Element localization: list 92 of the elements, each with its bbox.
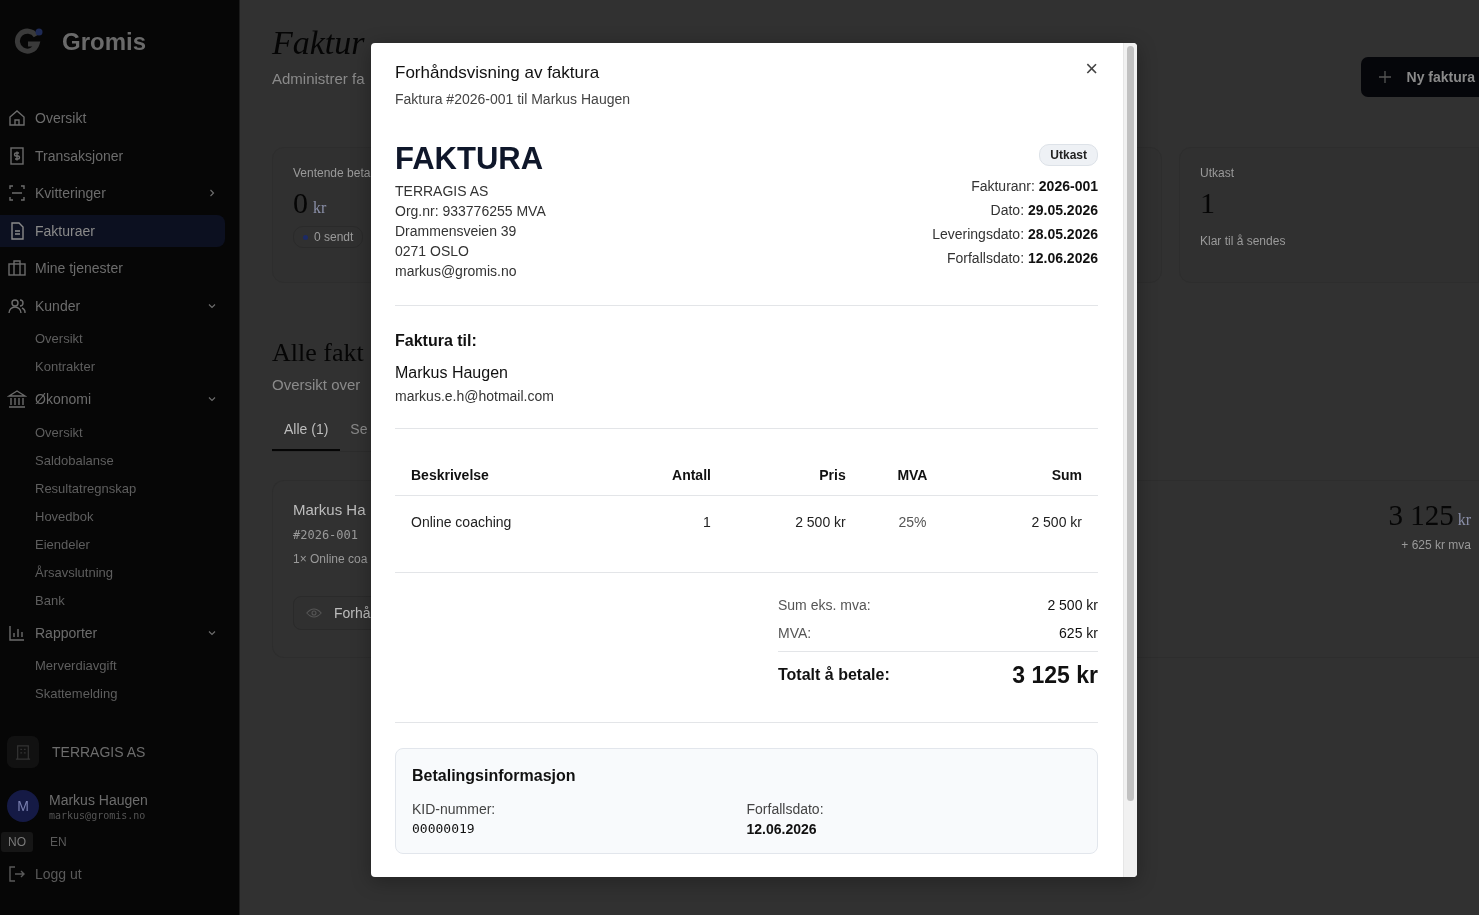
- dollar-icon: [7, 145, 27, 166]
- status-pill: 0 sendt: [293, 226, 364, 248]
- payment-value: 12.06.2026: [746, 821, 818, 837]
- recipient-email: markus.e.h@hotmail.com: [395, 388, 555, 404]
- sidebar-subitem[interactable]: Resultatregnskap: [0, 474, 137, 503]
- bank-icon: [7, 389, 27, 409]
- sidebar-subitem[interactable]: Årsavslutning: [0, 558, 114, 587]
- meta-line: Fakturanr: 2026-001: [971, 177, 1098, 196]
- status-badge: Utkast: [1039, 144, 1098, 166]
- meta-line: Leveringsdato: 28.05.2026: [932, 225, 1098, 244]
- vat-note: + 625 kr mva: [1401, 538, 1471, 552]
- stat-unit: kr: [313, 199, 327, 217]
- sidebar-subitem[interactable]: Kontrakter: [0, 353, 95, 381]
- column-header: Pris: [819, 467, 846, 483]
- language-option[interactable]: NO: [1, 832, 33, 852]
- stat-label: Ventende beta: [293, 166, 372, 180]
- meta-line: Dato: 29.05.2026: [990, 201, 1098, 220]
- total-label: Sum eks. mva:: [778, 597, 871, 613]
- scrollbar[interactable]: [1123, 43, 1137, 877]
- table-cell: 25%: [898, 514, 927, 530]
- table-cell: 2 500 kr: [1031, 514, 1082, 530]
- invoice-number: #2026-001: [293, 528, 360, 542]
- home-icon: [7, 108, 27, 128]
- dialog-subtitle: Faktura #2026-001 til Markus Haugen: [395, 91, 631, 107]
- sidebar-item[interactable]: Mine tjenester: [0, 252, 225, 284]
- meta-line: Forfallsdato: 12.06.2026: [947, 249, 1098, 268]
- sidebar-subitem[interactable]: Oversikt: [0, 325, 83, 353]
- logout-icon: [7, 864, 27, 884]
- sender-line: 0271 OSLO: [395, 242, 470, 261]
- sidebar-subitem[interactable]: Merverdiavgift: [0, 652, 117, 680]
- recipient-name: Markus Haugen: [395, 364, 509, 382]
- payment-title: Betalingsinformasjon: [412, 767, 577, 785]
- eye-icon: [306, 607, 322, 619]
- sidebar-subitem[interactable]: Bank: [0, 586, 65, 615]
- brand-name: Gromis: [62, 28, 147, 56]
- total-label: MVA:: [778, 625, 812, 641]
- table-cell: 1: [703, 514, 711, 530]
- company-name: TERRAGIS AS: [52, 744, 146, 760]
- sidebar-subitem[interactable]: Oversikt: [0, 418, 83, 447]
- sender-line: markus@gromis.no: [395, 262, 518, 281]
- sidebar-subitem[interactable]: Hovedbok: [0, 502, 94, 531]
- total-value: 625 kr: [1059, 625, 1098, 641]
- new-invoice-button[interactable]: Ny faktura: [1360, 57, 1479, 97]
- sender-line: TERRAGIS AS: [395, 182, 490, 201]
- grand-total-label: Totalt å betale:: [778, 666, 890, 684]
- user-name: Markus Haugen: [49, 791, 148, 808]
- language-option[interactable]: EN: [43, 832, 74, 852]
- plus-icon: [1378, 71, 1391, 83]
- invoice-line: 1× Online coa: [293, 552, 369, 566]
- logout-link[interactable]: Logg ut: [0, 864, 82, 884]
- total-value: 2 500 kr: [1047, 597, 1098, 613]
- recipient-label: Faktura til:: [395, 332, 478, 350]
- sidebar-subitem[interactable]: Eiendeler: [0, 530, 90, 559]
- chevron-icon: [207, 188, 217, 198]
- filter-tab[interactable]: Alle (1): [272, 421, 341, 451]
- payment-value: 00000019: [412, 821, 476, 836]
- table-cell: 2 500 kr: [795, 514, 846, 530]
- sidebar-subitem[interactable]: Saldobalanse: [0, 446, 114, 475]
- building-icon: [7, 736, 39, 768]
- table-cell: Online coaching: [411, 514, 512, 530]
- column-header: Sum: [1051, 467, 1082, 483]
- sender-line: Drammensveien 39: [395, 222, 518, 241]
- sidebar-item[interactable]: Kunder: [0, 289, 225, 322]
- section-subtitle: Oversikt over: [272, 376, 361, 393]
- sidebar-item[interactable]: Kvitteringer: [0, 177, 225, 209]
- avatar: M: [7, 790, 39, 822]
- customer-name: Markus Ha: [293, 501, 367, 518]
- sidebar-item[interactable]: Transaksjoner: [0, 139, 225, 172]
- dialog-title: Forhåndsvisning av faktura: [395, 63, 601, 83]
- payment-label: Forfallsdato:: [746, 801, 825, 817]
- stat-label: Utkast: [1200, 166, 1235, 180]
- stat-note: Klar til å sendes: [1200, 234, 1287, 248]
- logo-icon: [14, 28, 44, 56]
- close-button[interactable]: ×: [1081, 58, 1098, 80]
- sidebar-item[interactable]: Fakturaer: [0, 214, 225, 247]
- sidebar-item[interactable]: Oversikt: [0, 102, 225, 134]
- payment-label: KID-nummer:: [412, 801, 497, 817]
- invoice-heading: FAKTURA: [395, 141, 545, 177]
- sidebar-item[interactable]: Rapporter: [0, 616, 225, 649]
- column-header: Antall: [672, 467, 711, 483]
- chevron-icon: [207, 394, 217, 404]
- user-email: markus@gromis.no: [49, 809, 146, 821]
- scan-icon: [7, 183, 27, 203]
- page-subtitle: Administrer fa: [272, 70, 365, 87]
- briefcase-icon: [7, 258, 27, 278]
- sidebar-subitem[interactable]: Skattemelding: [0, 680, 118, 708]
- column-header: Beskrivelse: [411, 467, 489, 483]
- sidebar-item[interactable]: Økonomi: [0, 383, 225, 415]
- grand-total-value: 3 125 kr: [1012, 661, 1098, 689]
- amount-unit: kr: [1457, 511, 1471, 529]
- sender-line: Org.nr: 933776255 MVA: [395, 202, 546, 221]
- column-header: MVA: [897, 467, 928, 483]
